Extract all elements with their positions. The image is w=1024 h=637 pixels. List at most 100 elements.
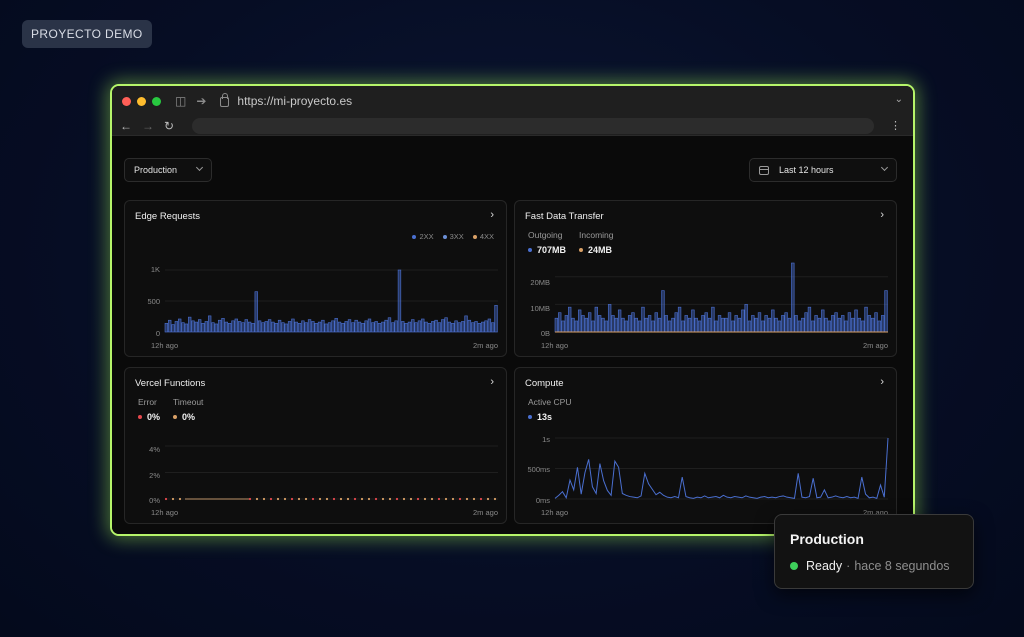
bar[interactable]: [784, 312, 788, 333]
bar[interactable]: [841, 315, 845, 333]
bar[interactable]: [687, 317, 692, 333]
bar[interactable]: [601, 317, 605, 333]
bar[interactable]: [194, 321, 199, 333]
bar[interactable]: [857, 317, 862, 333]
bar[interactable]: [614, 317, 618, 333]
bar[interactable]: [407, 321, 412, 333]
bar[interactable]: [164, 323, 169, 333]
bar[interactable]: [584, 317, 589, 333]
bar[interactable]: [257, 320, 262, 333]
bar[interactable]: [761, 320, 765, 333]
bar[interactable]: [207, 315, 212, 333]
bar[interactable]: [431, 321, 435, 333]
bar[interactable]: [181, 322, 185, 333]
bar[interactable]: [191, 320, 195, 333]
bar[interactable]: [251, 323, 255, 333]
bar[interactable]: [681, 320, 685, 333]
bar[interactable]: [327, 322, 332, 333]
bar[interactable]: [401, 321, 405, 333]
bar[interactable]: [591, 320, 595, 333]
bar[interactable]: [654, 312, 658, 333]
close-window-button[interactable]: [122, 96, 131, 106]
bar[interactable]: [574, 320, 579, 333]
bar[interactable]: [834, 312, 838, 333]
bar[interactable]: [741, 309, 745, 333]
bar[interactable]: [231, 320, 235, 333]
bar[interactable]: [237, 321, 242, 333]
bar[interactable]: [797, 320, 802, 333]
chevron-down-icon[interactable]: ⌄: [895, 94, 903, 105]
bar[interactable]: [764, 315, 768, 333]
bar[interactable]: [494, 305, 498, 333]
bar[interactable]: [707, 317, 712, 333]
bar[interactable]: [471, 322, 475, 333]
bar[interactable]: [437, 322, 442, 333]
bar[interactable]: [364, 320, 368, 333]
bar[interactable]: [254, 291, 258, 333]
bar[interactable]: [747, 320, 752, 333]
reload-icon[interactable]: ↻: [164, 119, 186, 133]
bar[interactable]: [271, 321, 275, 333]
bar[interactable]: [554, 317, 559, 333]
bar[interactable]: [721, 317, 725, 333]
bar[interactable]: [837, 317, 842, 333]
bar[interactable]: [174, 321, 179, 333]
bar[interactable]: [178, 318, 182, 333]
bar[interactable]: [674, 312, 678, 333]
bar[interactable]: [411, 319, 415, 333]
bar[interactable]: [677, 306, 682, 333]
bar[interactable]: [617, 309, 622, 333]
bar[interactable]: [757, 312, 762, 333]
bar[interactable]: [697, 320, 702, 333]
bar[interactable]: [441, 319, 445, 333]
bar[interactable]: [427, 323, 432, 333]
bar[interactable]: [777, 320, 782, 333]
bar[interactable]: [331, 320, 335, 333]
bar[interactable]: [787, 317, 792, 333]
bar[interactable]: [594, 306, 598, 333]
bar[interactable]: [287, 321, 292, 333]
bar[interactable]: [814, 315, 818, 333]
bar[interactable]: [791, 262, 795, 333]
bar[interactable]: [694, 317, 698, 333]
bar[interactable]: [474, 321, 478, 333]
bar[interactable]: [264, 321, 268, 333]
bar[interactable]: [794, 315, 798, 333]
bar[interactable]: [631, 312, 635, 333]
bar[interactable]: [414, 322, 418, 333]
bar[interactable]: [774, 317, 778, 333]
bar[interactable]: [377, 323, 382, 333]
functions-panel[interactable]: Vercel Functions › Error 0% Timeout 0% 4…: [124, 367, 507, 524]
bar[interactable]: [337, 321, 342, 333]
bar[interactable]: [661, 290, 665, 333]
bar[interactable]: [624, 320, 628, 333]
bar[interactable]: [817, 317, 822, 333]
bar[interactable]: [447, 321, 452, 333]
bar[interactable]: [394, 320, 398, 333]
bar[interactable]: [324, 323, 328, 333]
bar[interactable]: [461, 321, 465, 333]
bar[interactable]: [304, 322, 308, 333]
bar[interactable]: [881, 315, 885, 333]
bar[interactable]: [227, 323, 232, 333]
bar[interactable]: [861, 320, 865, 333]
bar[interactable]: [491, 322, 495, 333]
bar[interactable]: [224, 321, 228, 333]
bar[interactable]: [568, 306, 572, 333]
bar[interactable]: [424, 321, 428, 333]
bar[interactable]: [307, 319, 312, 333]
data-transfer-panel[interactable]: Fast Data Transfer › Outgoing 707MB Inco…: [514, 200, 897, 357]
bar[interactable]: [751, 315, 755, 333]
bar[interactable]: [597, 315, 602, 333]
deployment-toast[interactable]: Production Ready · hace 8 segundos: [774, 514, 974, 589]
bar[interactable]: [647, 315, 652, 333]
bar[interactable]: [714, 320, 718, 333]
bar[interactable]: [467, 319, 472, 333]
bar[interactable]: [767, 317, 772, 333]
bar[interactable]: [667, 320, 672, 333]
bar[interactable]: [731, 320, 735, 333]
bar[interactable]: [884, 290, 888, 333]
bar[interactable]: [588, 312, 592, 333]
bar[interactable]: [454, 320, 458, 333]
bar[interactable]: [737, 317, 742, 333]
